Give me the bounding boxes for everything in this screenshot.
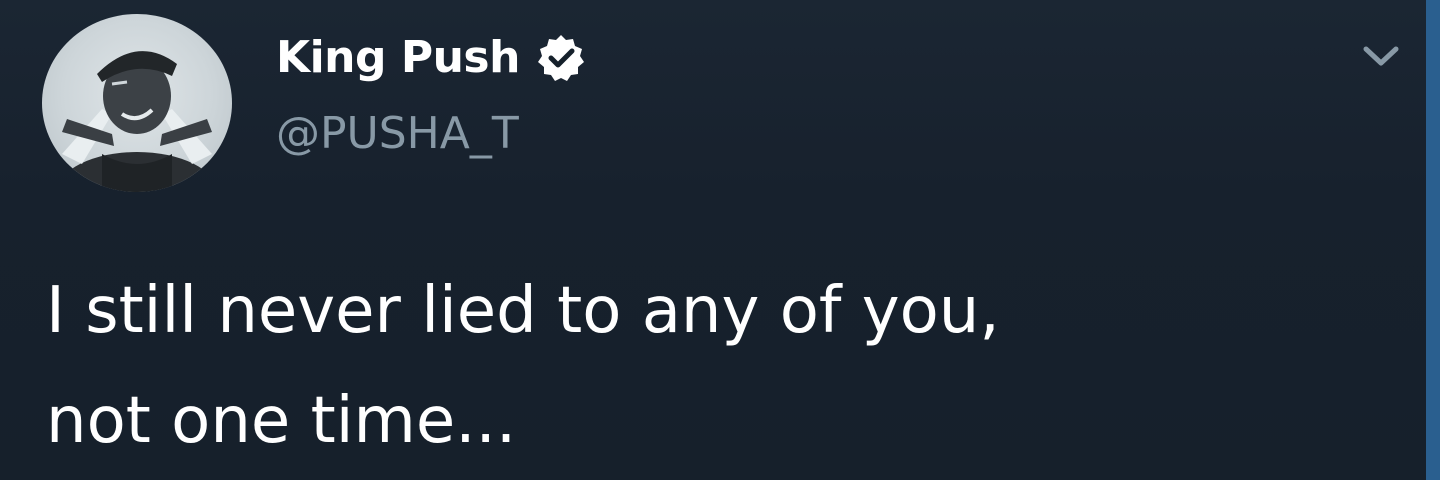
display-name[interactable]: King Push: [276, 36, 520, 80]
avatar-photo-icon: [57, 51, 217, 192]
author-name-row: King Push: [276, 26, 586, 90]
tweet-card: King Push @PUSHA_T I still never lied to…: [0, 0, 1426, 480]
author-handle[interactable]: @PUSHA_T: [276, 112, 519, 156]
verified-badge-icon: [536, 33, 586, 83]
tweet-text: I still never lied to any of you, not on…: [46, 274, 1000, 458]
edge-divider: [1426, 0, 1440, 480]
avatar[interactable]: [42, 14, 232, 192]
chevron-down-icon[interactable]: [1358, 40, 1404, 72]
